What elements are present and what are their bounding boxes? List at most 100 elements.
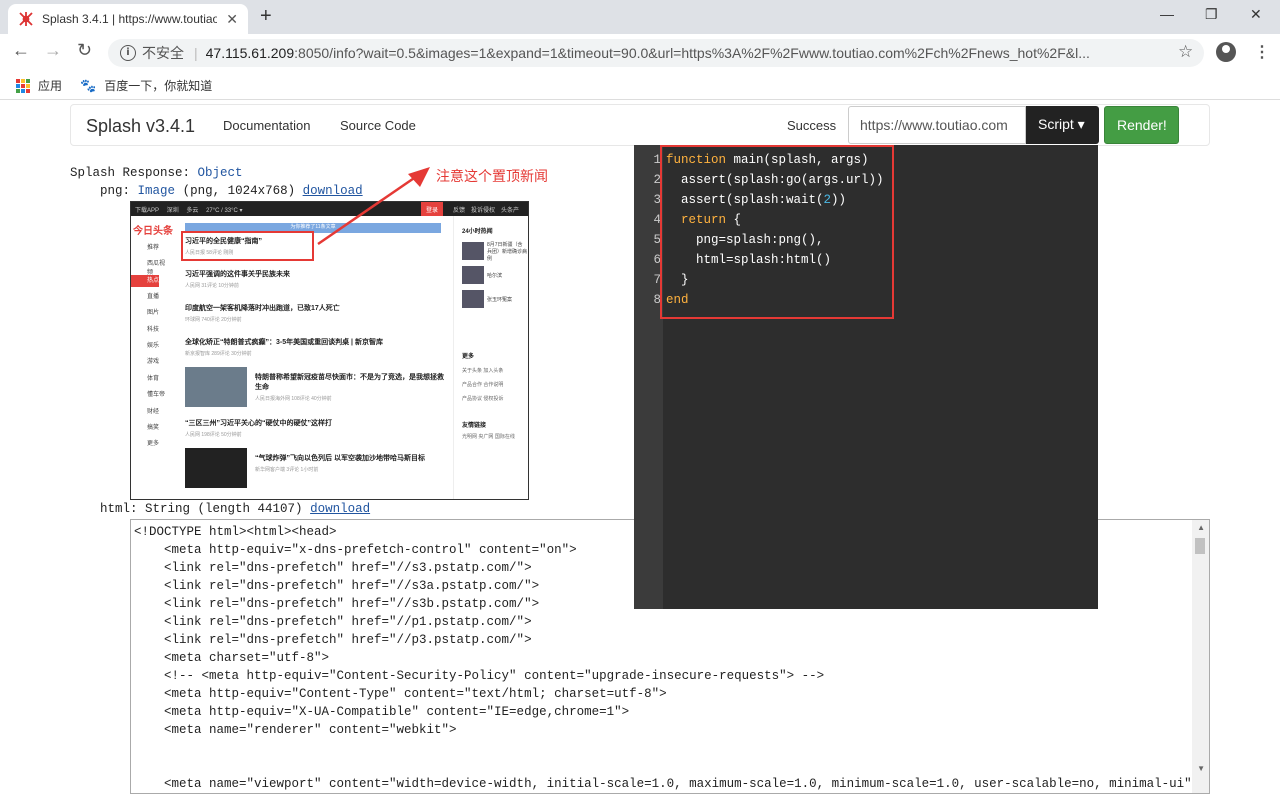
- shot-thumb: [462, 242, 484, 260]
- html-info: String (length 44107): [145, 502, 303, 516]
- insecure-label[interactable]: 不安全: [142, 43, 184, 63]
- splash-brand[interactable]: Splash v3.4.1: [86, 116, 195, 137]
- render-button[interactable]: Render!: [1104, 106, 1179, 144]
- restore-icon[interactable]: ❐: [1205, 6, 1218, 23]
- reload-icon[interactable]: ↻: [77, 40, 92, 61]
- png-type[interactable]: Image: [138, 184, 176, 198]
- shot-right-link: 合作说明: [483, 382, 504, 388]
- line-number: 1: [653, 153, 661, 167]
- png-info: (png, 1024x768): [182, 184, 296, 198]
- script-highlight-box: [660, 145, 894, 319]
- shot-right-item: 张玉环冤案: [487, 296, 513, 303]
- shot-top-item: 27°C / 33°C ▾: [206, 208, 243, 214]
- shot-right-item: 哈尔滨: [487, 272, 503, 279]
- shot-side-item: 科技: [147, 326, 160, 333]
- shot-side-item: 图片: [147, 310, 160, 317]
- shot-news-title: “气球炸弹”飞向以色列后 以军空袭加沙地带哈马斯目标: [255, 455, 425, 462]
- bookmark-star-icon[interactable]: ☆: [1178, 42, 1193, 62]
- line-number: 8: [653, 293, 661, 307]
- shot-news-meta: 人民网 198评论 50分钟前: [185, 432, 242, 438]
- shot-right-link: 加入头条: [483, 368, 504, 374]
- response-title: Splash Response: Object: [70, 166, 243, 180]
- shot-right-column: 24小时热闻 8月7日新疆（含兵团）新增确诊病例 哈尔滨 张玉环冤案 更多 关于…: [453, 216, 528, 499]
- bookmark-label: 百度一下，你就知道: [104, 79, 213, 93]
- shot-news-meta: 新京报智库 289评论 30分钟前: [185, 351, 252, 357]
- line-number: 2: [653, 173, 661, 187]
- shot-side-item: 懂车帝: [147, 392, 166, 399]
- minimize-icon[interactable]: —: [1160, 6, 1174, 22]
- browser-tab[interactable]: Splash 3.4.1 | https://www.toutiao.com ✕: [8, 4, 248, 34]
- shot-side-item: 推荐: [147, 245, 160, 251]
- shot-right-link: 产品协议: [462, 396, 483, 402]
- annotation-text: 注意这个置顶新闻: [436, 168, 548, 184]
- address-separator: |: [194, 45, 198, 61]
- shot-news-meta: 新华网客户端 3评论 1小时前: [255, 467, 319, 473]
- shot-top-item: 下载APP: [135, 208, 160, 214]
- shot-news-item: 印度航空一架客机降落时冲出跑道，已致17人死亡 环球网 740评论 20分钟前: [185, 303, 441, 323]
- shot-news-title: 印度航空一架客机降落时冲出跑道，已致17人死亡: [185, 305, 340, 312]
- shot-thumb: [462, 266, 484, 284]
- browser-titlebar: Splash 3.4.1 | https://www.toutiao.com ✕…: [0, 0, 1280, 34]
- shot-logo: 今日头条: [133, 226, 173, 237]
- script-toggle-button[interactable]: Script ▾: [1026, 106, 1099, 144]
- profile-avatar-icon[interactable]: [1216, 42, 1236, 62]
- shot-side-item: 体育: [147, 375, 160, 382]
- splash-navbar: Splash v3.4.1 Documentation Source Code …: [70, 104, 1210, 146]
- url-host: 47.115.61.209: [205, 45, 295, 61]
- render-url-input[interactable]: https://www.toutiao.com: [848, 106, 1026, 144]
- splash-favicon-icon: [19, 12, 33, 26]
- back-icon[interactable]: ←: [12, 40, 30, 61]
- shot-side-item: 直播: [147, 293, 160, 300]
- shot-news-meta: 人民日报海外网 108评论 40分钟前: [255, 396, 332, 402]
- line-number: 3: [653, 193, 661, 207]
- shot-news-meta: 人民网 31评论 10分钟前: [185, 283, 239, 289]
- png-key: png:: [100, 184, 131, 198]
- address-bar[interactable]: i 不安全 | 47.115.61.209:8050/info?wait=0.5…: [108, 39, 1204, 67]
- bookmark-label: 应用: [38, 79, 63, 93]
- shot-news-title: 习近平强调的这件事关乎民族未来: [185, 271, 290, 278]
- shot-news-image: [185, 367, 247, 407]
- html-download-link[interactable]: download: [310, 502, 370, 516]
- shot-right-item: 8月7日新疆（含兵团）新增确诊病例: [487, 241, 528, 262]
- shot-news-item: 特朗普称希望新冠疫苗尽快面市：不是为了竞选，是我想拯救生命 人民日报海外网 108…: [255, 372, 445, 402]
- response-type[interactable]: Object: [198, 166, 243, 180]
- shot-friends-heading: 友情链接: [462, 423, 487, 429]
- new-tab-icon[interactable]: +: [260, 5, 272, 28]
- shot-news-meta: 环球网 740评论 20分钟前: [185, 317, 242, 323]
- shot-side-item: 更多: [147, 441, 160, 448]
- html-field: html: String (length 44107) download: [100, 502, 370, 516]
- shot-friend-link: 央广网: [478, 434, 494, 440]
- shot-friend-link: 国际在线: [494, 434, 515, 440]
- html-scrollbar[interactable]: ▲ ▼: [1192, 520, 1209, 793]
- html-key: html:: [100, 502, 138, 516]
- bookmarks-bar: 应用 🐾 百度一下，你就知道: [0, 70, 1280, 100]
- shot-sidebar: 推荐 西瓜视频 热点 直播 图片 科技 娱乐 游戏 体育 懂车帝 财经 搞笑 更…: [131, 242, 169, 455]
- shot-news-item: “三区三州”习近平关心的“硬仗中的硬仗”这样打 人民网 198评论 50分钟前: [185, 418, 441, 438]
- window-close-icon[interactable]: ✕: [1250, 6, 1262, 23]
- browser-menu-icon[interactable]: ⋮: [1254, 42, 1270, 62]
- line-number: 5: [653, 233, 661, 247]
- info-icon[interactable]: i: [120, 45, 136, 61]
- scrollbar-thumb[interactable]: [1195, 538, 1205, 554]
- bookmark-baidu[interactable]: 🐾 百度一下，你就知道: [80, 77, 212, 94]
- tab-close-icon[interactable]: ✕: [226, 11, 238, 28]
- shot-side-item: 西瓜视频: [147, 261, 166, 277]
- documentation-link[interactable]: Documentation: [223, 118, 310, 133]
- shot-side-item: 娱乐: [147, 342, 160, 349]
- forward-icon[interactable]: →: [44, 40, 62, 61]
- response-label: Splash Response:: [70, 166, 191, 180]
- pinned-news-highlight: [181, 231, 314, 261]
- shot-top-item: 反馈: [453, 208, 466, 214]
- annotation-arrow-icon: [317, 167, 430, 246]
- shot-top-item: 多云: [186, 208, 199, 214]
- bookmark-apps[interactable]: 应用: [16, 77, 62, 94]
- url-text[interactable]: 47.115.61.209:8050/info?wait=0.5&images=…: [206, 45, 1166, 61]
- scroll-up-icon[interactable]: ▲: [1197, 523, 1205, 532]
- shot-side-item: 搞笑: [147, 424, 160, 431]
- scroll-down-icon[interactable]: ▼: [1197, 764, 1205, 773]
- source-code-link[interactable]: Source Code: [340, 118, 416, 133]
- shot-news-item: 全球化矫正“特朗普式疯癫”：3-5年美国或重回谈判桌 | 新京智库 新京报智库 2…: [185, 337, 441, 357]
- render-status: Success: [787, 118, 837, 133]
- shot-top-item: 投诉侵权: [471, 208, 496, 214]
- shot-news-title: “三区三州”习近平关心的“硬仗中的硬仗”这样打: [185, 420, 332, 427]
